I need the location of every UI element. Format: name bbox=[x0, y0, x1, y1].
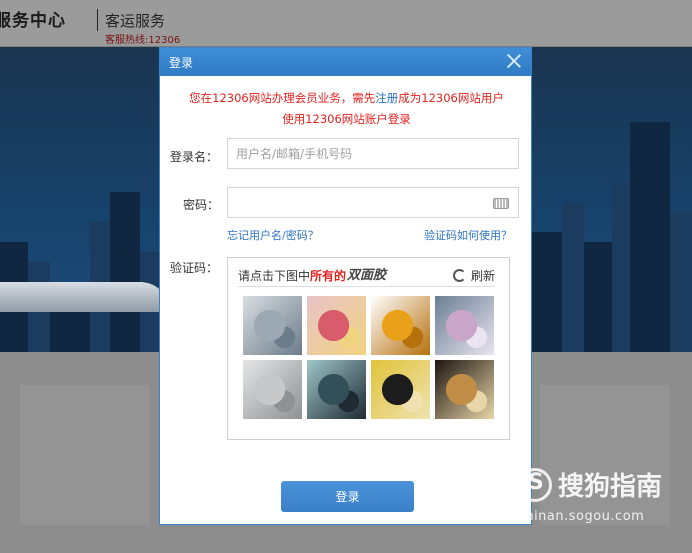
notice-text: 使用12306网站账户登录 bbox=[282, 112, 411, 126]
captcha-image-8[interactable] bbox=[435, 360, 494, 419]
register-link[interactable]: 注册 bbox=[375, 91, 398, 105]
close-icon[interactable] bbox=[505, 52, 523, 70]
captcha-label: 验证码： bbox=[170, 261, 219, 275]
watermark-title: 搜狗指南 bbox=[558, 472, 663, 502]
sogou-watermark: 搜狗指南 zhinan.sogou.com bbox=[518, 468, 688, 528]
password-input[interactable] bbox=[227, 187, 519, 218]
login-dialog: 登录 您在12306网站办理会员业务，需先注册成为12306网站用户 使用123… bbox=[159, 47, 532, 525]
captcha-image-1[interactable] bbox=[243, 296, 302, 355]
header-divider bbox=[97, 9, 98, 31]
watermark-url: zhinan.sogou.com bbox=[518, 509, 645, 524]
captcha-target-word: 双面胶 bbox=[347, 268, 387, 283]
captcha-refresh-button[interactable]: 刷新 bbox=[452, 265, 495, 285]
captcha-image-4[interactable] bbox=[435, 296, 494, 355]
notice-text: 您在12306网站办理会员业务，需先 bbox=[189, 91, 376, 105]
captcha-help-link[interactable]: 验证码如何使用？ bbox=[424, 227, 512, 243]
dialog-titlebar: 登录 bbox=[160, 48, 531, 76]
refresh-icon bbox=[452, 268, 466, 282]
forgot-password-link[interactable]: 忘记用户名/密码？ bbox=[227, 227, 319, 243]
captcha-image-5[interactable] bbox=[243, 360, 302, 419]
login-notice: 您在12306网站办理会员业务，需先注册成为12306网站用户 使用12306网… bbox=[160, 88, 533, 130]
site-sub-brand: 客运服务 bbox=[105, 12, 166, 30]
sogou-logo-icon bbox=[518, 468, 552, 502]
captcha-image-7[interactable] bbox=[371, 360, 430, 419]
site-brand: 服务中心 bbox=[0, 11, 66, 31]
username-input[interactable] bbox=[227, 138, 519, 169]
hotline-text: 客服热线:12306 bbox=[105, 35, 181, 46]
captcha-panel: 请点击下图中所有的 双面胶 刷新 bbox=[227, 257, 510, 440]
train-image bbox=[0, 282, 170, 312]
captcha-image-3[interactable] bbox=[371, 296, 430, 355]
login-submit-button[interactable]: 登录 bbox=[281, 481, 414, 512]
username-label: 登录名： bbox=[170, 150, 219, 164]
keyboard-icon[interactable] bbox=[493, 198, 509, 209]
captcha-prompt: 请点击下图中所有的 bbox=[238, 269, 347, 283]
dialog-title: 登录 bbox=[169, 56, 194, 70]
site-header: 服务中心 客运服务 客服热线:12306 bbox=[0, 0, 692, 47]
notice-text: 成为12306网站用户 bbox=[398, 91, 504, 105]
captcha-header: 请点击下图中所有的 双面胶 刷新 bbox=[238, 265, 495, 287]
captcha-image-6[interactable] bbox=[307, 360, 366, 419]
refresh-label: 刷新 bbox=[470, 268, 495, 283]
content-card bbox=[20, 385, 150, 525]
captcha-image-2[interactable] bbox=[307, 296, 366, 355]
password-label: 密码： bbox=[183, 198, 220, 212]
captcha-grid bbox=[243, 296, 495, 420]
